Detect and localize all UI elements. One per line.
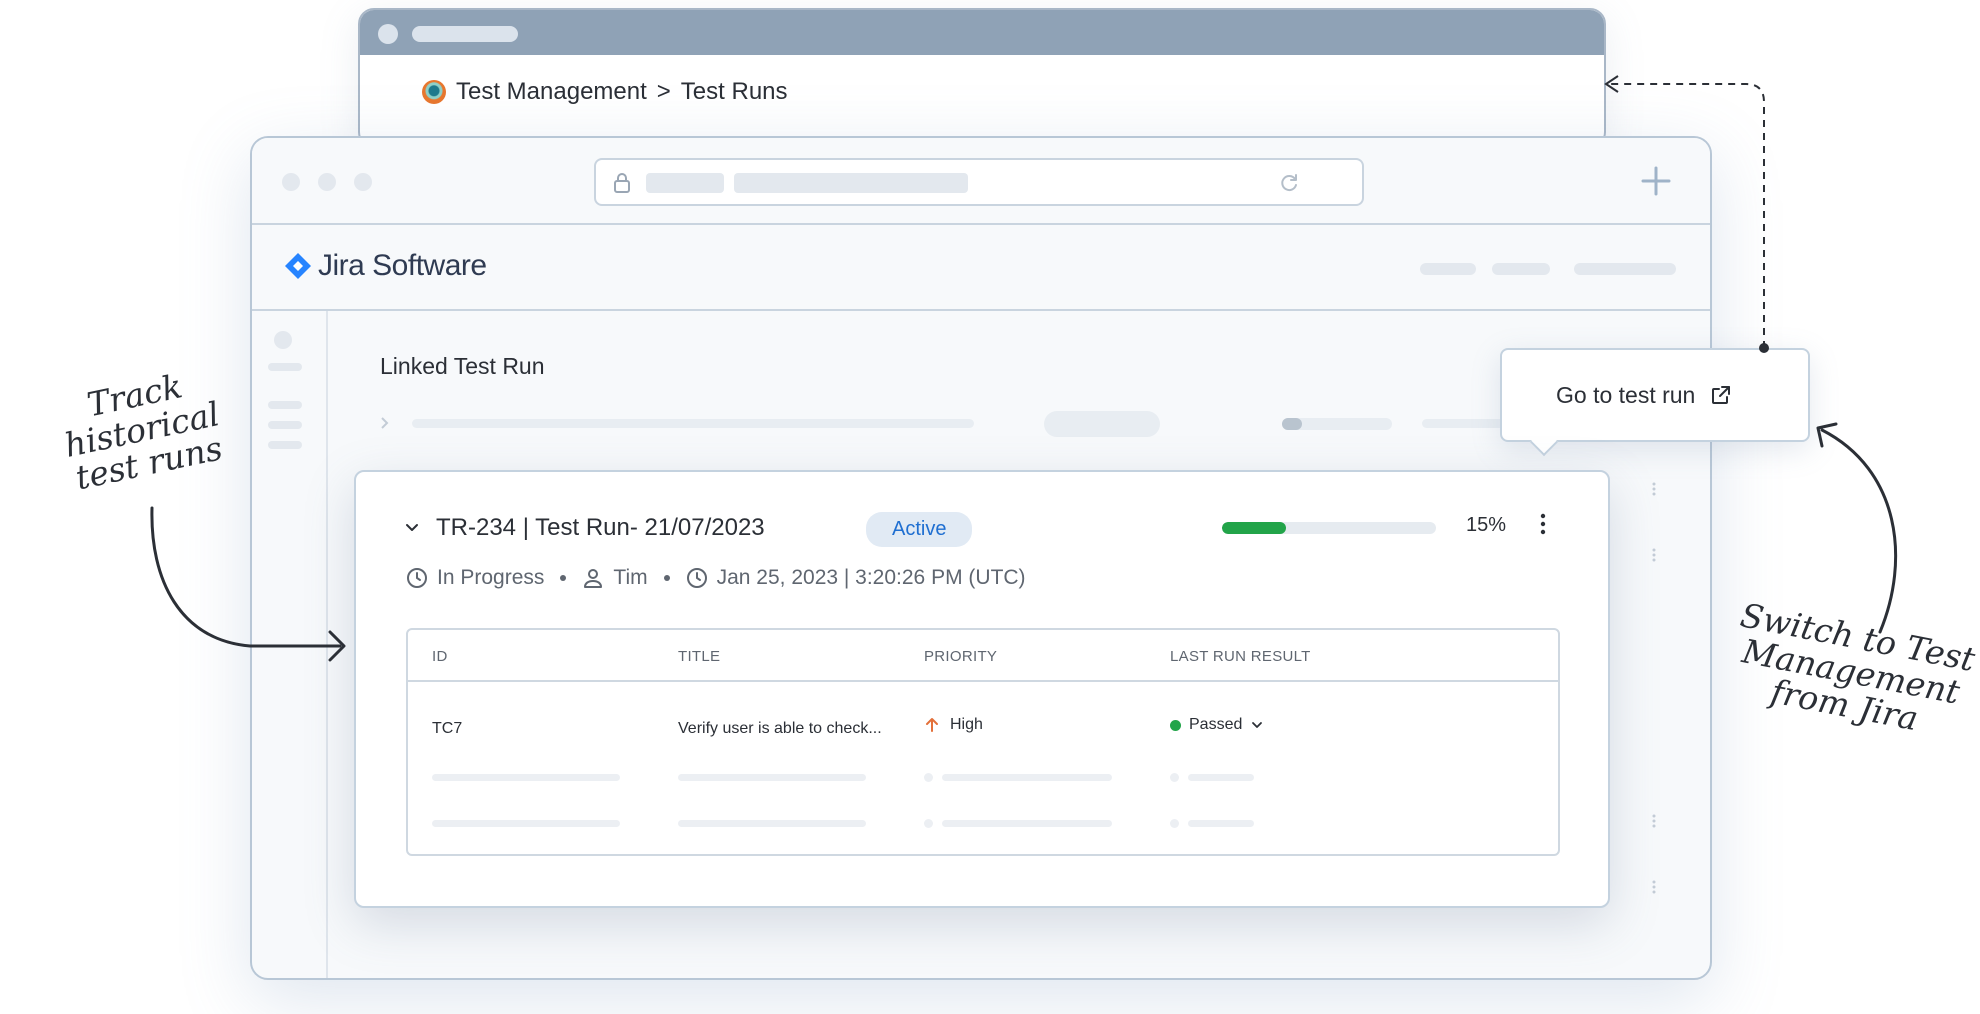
test-management-window: Test Management > Test Runs bbox=[358, 8, 1606, 148]
sidebar-item-placeholder[interactable] bbox=[268, 421, 302, 429]
sidebar-item-placeholder[interactable] bbox=[268, 363, 302, 371]
tab-placeholder bbox=[412, 26, 518, 42]
breadcrumb-root[interactable]: Test Management bbox=[456, 78, 647, 106]
progress-bar bbox=[1222, 522, 1436, 534]
right-curved-arrow bbox=[1820, 428, 1898, 634]
row-placeholder bbox=[678, 820, 866, 827]
window-control-dot[interactable] bbox=[318, 173, 336, 191]
header-nav-placeholder[interactable] bbox=[1492, 263, 1550, 275]
row-placeholder-dot bbox=[924, 819, 933, 828]
breadcrumb: Test Management > Test Runs bbox=[422, 78, 788, 106]
row-placeholder-dot bbox=[924, 773, 933, 782]
jira-header: Jira Software bbox=[252, 225, 1710, 311]
ghost-badge-placeholder bbox=[1044, 411, 1160, 437]
annotation-switch-to-tm: Switch to Test Management from Jira bbox=[1737, 595, 1979, 739]
chevron-down-icon[interactable] bbox=[404, 520, 420, 536]
result-dropdown[interactable]: Passed bbox=[1170, 716, 1264, 734]
window-control-dot[interactable] bbox=[282, 173, 300, 191]
test-case-id[interactable]: TC7 bbox=[432, 720, 462, 738]
sidebar bbox=[252, 311, 328, 978]
clock-icon bbox=[686, 568, 707, 588]
run-timestamp: Jan 25, 2023 | 3:20:26 PM (UTC) bbox=[716, 566, 1026, 589]
header-nav-placeholder[interactable] bbox=[1574, 263, 1676, 275]
sidebar-avatar[interactable] bbox=[274, 331, 292, 349]
test-management-titlebar bbox=[360, 10, 1604, 55]
lock-icon bbox=[614, 173, 630, 193]
clock-icon bbox=[407, 568, 427, 588]
ghost-row-placeholder bbox=[412, 419, 974, 428]
kebab-icon[interactable] bbox=[1652, 880, 1656, 894]
test-case-title[interactable]: Verify user is able to check... bbox=[678, 720, 882, 738]
row-placeholder bbox=[678, 774, 866, 781]
row-placeholder-dot bbox=[1170, 819, 1179, 828]
url-placeholder bbox=[734, 173, 968, 193]
priority-label: High bbox=[950, 716, 983, 733]
column-header-title: TITLE bbox=[678, 648, 721, 665]
column-header-id: ID bbox=[432, 648, 448, 665]
row-placeholder bbox=[1188, 774, 1254, 781]
test-run-meta: In Progress Tim Jan 25, 2023 | 3:20:26 P… bbox=[406, 566, 1026, 590]
jira-brand-label: Jira Software bbox=[318, 249, 487, 282]
test-run-title[interactable]: TR-234 | Test Run- 21/07/2023 bbox=[436, 514, 765, 542]
window-dot bbox=[378, 24, 398, 44]
progress-fill bbox=[1222, 522, 1287, 534]
test-run-header: TR-234 | Test Run- 21/07/2023 bbox=[404, 514, 765, 542]
table-header: ID TITLE PRIORITY LAST RUN RESULT bbox=[408, 630, 1558, 682]
browser-titlebar bbox=[252, 138, 1710, 225]
breadcrumb-separator: > bbox=[656, 78, 671, 105]
result-label: Passed bbox=[1189, 716, 1243, 733]
run-state: In Progress bbox=[437, 566, 545, 589]
right-arrowhead bbox=[1816, 422, 1838, 448]
chevron-right-icon bbox=[381, 417, 389, 429]
row-placeholder-dot bbox=[1170, 773, 1179, 782]
ghost-progress-fill bbox=[1282, 418, 1302, 430]
external-link-icon bbox=[1712, 386, 1731, 404]
progress-percent: 15% bbox=[1466, 514, 1507, 536]
row-placeholder bbox=[942, 820, 1112, 827]
jira-logo-icon bbox=[285, 253, 311, 279]
chevron-down-icon bbox=[1252, 722, 1263, 728]
go-to-test-run-button[interactable]: Go to test run bbox=[1500, 348, 1810, 457]
breadcrumb-current[interactable]: Test Runs bbox=[681, 78, 788, 106]
jira-brand[interactable]: Jira Software bbox=[284, 249, 487, 283]
window-control-dot[interactable] bbox=[354, 173, 372, 191]
run-assignee: Tim bbox=[613, 566, 648, 589]
status-dot-icon bbox=[1170, 719, 1181, 731]
sidebar-item-placeholder[interactable] bbox=[268, 441, 302, 449]
kebab-icon[interactable] bbox=[1652, 814, 1656, 828]
more-options-icon[interactable] bbox=[1538, 512, 1548, 536]
status-badge: Active bbox=[866, 512, 973, 547]
row-placeholder bbox=[1188, 820, 1254, 827]
kebab-icon[interactable] bbox=[1652, 482, 1656, 496]
row-placeholder bbox=[432, 820, 620, 827]
sidebar-item-placeholder[interactable] bbox=[268, 401, 302, 409]
meta-separator bbox=[663, 575, 670, 581]
priority-cell: High bbox=[924, 716, 983, 734]
go-to-test-run-label: Go to test run bbox=[1556, 381, 1696, 408]
meta-separator bbox=[560, 575, 567, 581]
header-nav-placeholder[interactable] bbox=[1420, 263, 1476, 275]
dashed-connector-arrowhead bbox=[1604, 75, 1619, 93]
column-header-priority: PRIORITY bbox=[924, 648, 998, 665]
user-icon bbox=[584, 569, 603, 588]
test-run-card: TR-234 | Test Run- 21/07/2023 Active 15%… bbox=[354, 470, 1610, 908]
row-placeholder bbox=[432, 774, 620, 781]
kebab-icon[interactable] bbox=[1652, 548, 1656, 562]
arrow-up-icon bbox=[926, 718, 938, 732]
address-bar[interactable] bbox=[594, 158, 1364, 206]
row-placeholder bbox=[942, 774, 1112, 781]
url-placeholder bbox=[646, 173, 724, 193]
section-title: Linked Test Run bbox=[380, 353, 545, 379]
new-tab-plus-icon[interactable] bbox=[1640, 165, 1672, 197]
test-cases-table: ID TITLE PRIORITY LAST RUN RESULT TC7 Ve… bbox=[406, 628, 1560, 856]
column-header-last-run-result: LAST RUN RESULT bbox=[1170, 648, 1311, 665]
annotation-track-history: Track historical test runs bbox=[61, 366, 226, 498]
test-management-logo-icon bbox=[422, 80, 446, 104]
reload-icon[interactable] bbox=[1278, 172, 1300, 194]
